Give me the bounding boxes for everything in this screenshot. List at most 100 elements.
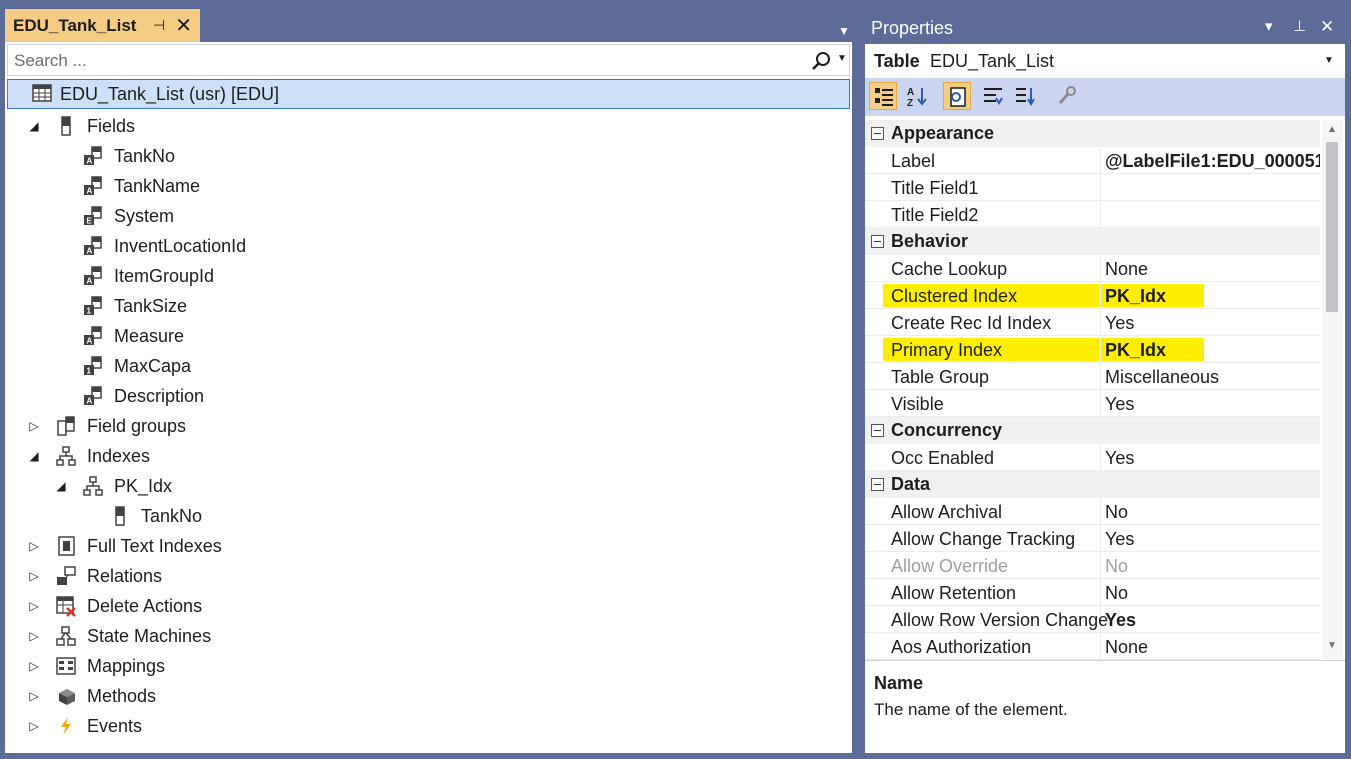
category-appearance[interactable]: Appearance [865,120,1320,147]
tree-node-methods[interactable]: ▷ Methods [27,681,156,711]
tree-node-state-machines[interactable]: ▷ State Machines [27,621,211,651]
property-row-label[interactable]: Label @LabelFile1:EDU_000051 [865,147,1320,174]
sort-order-button[interactable] [1011,82,1039,110]
collapse-box-icon[interactable] [871,424,884,437]
collapse-arrow-icon[interactable]: ◢ [27,119,41,133]
tree-node-full-text-indexes[interactable]: ▷ Full Text Indexes [27,531,222,561]
object-selector[interactable]: Table EDU_Tank_List ▼ [865,44,1345,78]
collapse-box-icon[interactable] [871,127,884,140]
tree-node-maxcapa[interactable]: 1 MaxCapa [54,351,191,381]
property-name: Allow Retention [891,583,1017,603]
collapse-box-icon[interactable] [871,478,884,491]
property-value[interactable]: PK_Idx [1105,286,1166,307]
property-row-visible[interactable]: Visible Yes [865,390,1320,417]
category-data[interactable]: Data [865,471,1320,498]
categorized-button[interactable] [869,82,897,110]
pin-icon[interactable]: ⊥ [1293,17,1306,35]
tree-node-tankno[interactable]: TankNo [81,501,202,531]
property-value[interactable]: Yes [1105,313,1134,334]
property-value[interactable]: No [1105,583,1128,604]
expand-arrow-icon[interactable]: ▷ [27,689,41,703]
tree-node-pk-idx[interactable]: ◢ PK_Idx [54,471,172,501]
property-value[interactable]: No [1105,556,1128,577]
property-value[interactable]: Yes [1105,448,1134,469]
property-row-allow-row-version-change[interactable]: Allow Row Version Change Yes [865,606,1320,633]
document-tab[interactable]: EDU_Tank_List ⊣ ✕ [5,9,200,42]
expand-arrow-icon[interactable]: ▷ [27,659,41,673]
property-value[interactable]: @LabelFile1:EDU_000051 [1105,151,1320,172]
property-value[interactable]: Yes [1105,529,1134,550]
property-row-title-field2[interactable]: Title Field2 [865,201,1320,228]
tree-node-field-groups[interactable]: ▷ Field groups [27,411,186,441]
tree-node-mappings[interactable]: ▷ Mappings [27,651,165,681]
tree-node-tankno[interactable]: A TankNo [54,141,175,171]
property-row-aos-authorization[interactable]: Aos Authorization None [865,633,1320,660]
category-concurrency[interactable]: Concurrency [865,417,1320,444]
property-grid-scrollbar[interactable]: ▲ ▼ [1322,120,1343,660]
column-divider [1100,201,1101,228]
int-field-icon: 1 [82,355,104,377]
expand-arrow-icon[interactable]: ▷ [27,599,41,613]
property-row-allow-change-tracking[interactable]: Allow Change Tracking Yes [865,525,1320,552]
property-value[interactable]: No [1105,502,1128,523]
tree-node-description[interactable]: A Description [54,381,204,411]
property-value[interactable]: PK_Idx [1105,340,1166,361]
search-input[interactable] [14,49,794,73]
scroll-down-icon[interactable]: ▼ [1327,640,1337,651]
property-value[interactable]: None [1105,259,1148,280]
window-menu-icon[interactable]: ▾ [1265,17,1273,35]
property-value[interactable]: Yes [1105,610,1136,631]
tree-node-delete-actions[interactable]: ▷ Delete Actions [27,591,202,621]
property-value[interactable]: None [1105,637,1148,658]
column-divider [1100,363,1101,390]
tree-node-indexes[interactable]: ◢ Indexes [27,441,150,471]
tree-node-fields[interactable]: ◢ Fields [27,111,135,141]
tab-list-dropdown-icon[interactable]: ▼ [836,24,852,38]
expand-arrow-icon[interactable]: ▷ [27,539,41,553]
alphabetical-button[interactable]: A Z [903,82,931,110]
tree-node-relations[interactable]: ▷ Relations [27,561,162,591]
property-row-occ-enabled[interactable]: Occ Enabled Yes [865,444,1320,471]
tree-node-tanksize[interactable]: 1 TankSize [54,291,187,321]
property-row-clustered-index[interactable]: Clustered Index PK_Idx [865,282,1320,309]
expand-arrow-icon[interactable]: ▷ [27,569,41,583]
tree-node-tankname[interactable]: A TankName [54,171,200,201]
expand-arrow-icon[interactable]: ▷ [27,629,41,643]
scrollbar-thumb[interactable] [1326,142,1338,312]
close-icon[interactable]: ✕ [1320,17,1334,37]
tree-root-node[interactable]: EDU_Tank_List (usr) [EDU] [7,79,850,109]
property-row-cache-lookup[interactable]: Cache Lookup None [865,255,1320,282]
tree-node-measure[interactable]: A Measure [54,321,184,351]
property-row-allow-override[interactable]: Allow Override No [865,552,1320,579]
property-value[interactable]: Yes [1105,394,1134,415]
collapse-arrow-icon[interactable]: ◢ [54,479,68,493]
property-row-allow-archival[interactable]: Allow Archival No [865,498,1320,525]
properties-view-button[interactable] [943,82,971,110]
property-grid: Appearance Label @LabelFile1:EDU_000051 Tit… [865,120,1320,660]
expand-arrow-icon[interactable]: ▷ [27,419,41,433]
property-pages-button[interactable] [1053,82,1081,110]
category-behavior[interactable]: Behavior [865,228,1320,255]
property-row-create-rec-id-index[interactable]: Create Rec Id Index Yes [865,309,1320,336]
tree-node-itemgroupid[interactable]: A ItemGroupId [54,261,214,291]
events-view-button[interactable] [979,82,1007,110]
close-icon[interactable]: ✕ [175,16,192,36]
search-options-dropdown-icon[interactable]: ▼ [837,53,847,64]
tree-node-system[interactable]: E System [54,201,174,231]
property-row-table-group[interactable]: Table Group Miscellaneous [865,363,1320,390]
property-value[interactable]: Miscellaneous [1105,367,1219,388]
svg-text:A: A [87,277,93,286]
tree-node-inventlocationid[interactable]: A InventLocationId [54,231,246,261]
search-icon[interactable] [810,50,832,72]
pin-icon[interactable]: ⊣ [153,17,165,34]
property-row-primary-index[interactable]: Primary Index PK_Idx [865,336,1320,363]
tree-node-events[interactable]: ▷ Events [27,711,142,741]
collapse-arrow-icon[interactable]: ◢ [27,449,41,463]
chevron-down-icon[interactable]: ▼ [1324,55,1334,66]
property-row-title-field1[interactable]: Title Field1 [865,174,1320,201]
column-divider [1100,147,1101,174]
expand-arrow-icon[interactable]: ▷ [27,719,41,733]
property-row-allow-retention[interactable]: Allow Retention No [865,579,1320,606]
scroll-up-icon[interactable]: ▲ [1327,124,1337,135]
collapse-box-icon[interactable] [871,235,884,248]
